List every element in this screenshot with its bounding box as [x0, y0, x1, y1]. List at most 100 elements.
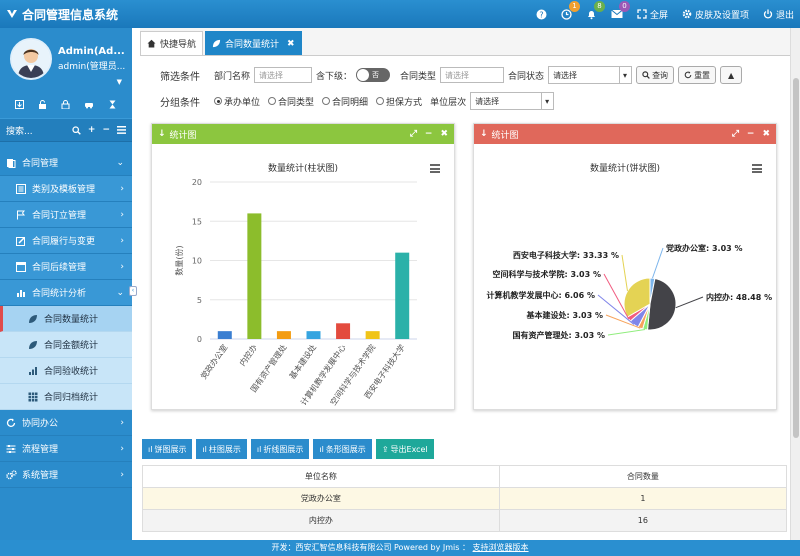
y-axis-label: 数量(份) — [174, 245, 184, 275]
menu-create[interactable]: 合同订立管理 › — [0, 202, 132, 228]
export-excel-button[interactable]: ⇪ 导出Excel — [375, 439, 434, 459]
bar[interactable] — [395, 252, 410, 339]
expand-icon[interactable]: ⤢ — [732, 129, 739, 139]
query-button[interactable]: 查询 — [636, 66, 675, 84]
skin-settings-button[interactable]: 皮肤及设置项 — [682, 8, 749, 21]
table-row[interactable]: 内控办 16 — [142, 509, 788, 532]
sidebar-collapse-handle[interactable]: ‹ — [129, 286, 137, 296]
bar-panel-header: ↓ 统计图 ⤢ − ✖ — [152, 124, 454, 144]
sidebar-search[interactable]: 搜索... + − — [0, 118, 132, 142]
menu-qty-stats[interactable]: 合同数量统计 — [0, 306, 132, 332]
unlock-icon[interactable] — [38, 99, 47, 109]
expand-icon[interactable]: ⤢ — [410, 129, 417, 139]
bar-chart-icon: ıl — [319, 444, 324, 454]
menu-perform-label: 合同履行与变更 — [32, 237, 96, 247]
minimize-icon[interactable]: − — [747, 129, 755, 139]
table-row[interactable]: 党政办公室 1 — [142, 487, 788, 510]
menu-system[interactable]: 系统管理 › — [0, 462, 132, 488]
mail-button[interactable]: 0 — [611, 1, 630, 19]
search-icon[interactable] — [72, 125, 81, 135]
strip-view-button[interactable]: ıl 条形图展示 — [313, 439, 372, 459]
menu-perform[interactable]: 合同履行与变更 › — [0, 228, 132, 254]
clock-button[interactable]: 1 — [561, 0, 580, 20]
download-icon[interactable] — [15, 99, 24, 109]
bar[interactable] — [276, 331, 291, 339]
bar[interactable] — [217, 331, 232, 339]
home-icon — [147, 39, 156, 48]
tab-qty-stats[interactable]: 合同数量统计 ✖ — [205, 31, 302, 55]
line-view-button[interactable]: ıl 折线图展示 — [250, 439, 310, 459]
group-radio-guarantee[interactable]: 担保方式 — [376, 95, 422, 108]
close-tab-icon[interactable]: ✖ — [287, 39, 295, 49]
fullscreen-button[interactable]: 全屏 — [637, 8, 668, 21]
menu-acceptance-stats[interactable]: 合同验收统计 — [0, 358, 132, 384]
chevron-down-icon: ▾ — [541, 93, 549, 109]
browser-support-link[interactable]: 支持浏览器版本 — [473, 543, 529, 552]
bar[interactable] — [247, 213, 262, 339]
logout-button[interactable]: 退出 — [763, 8, 794, 21]
bar-view-button[interactable]: ıl 柱图展示 — [196, 439, 247, 459]
car-icon[interactable] — [84, 100, 94, 109]
group-radio-detail[interactable]: 合同明细 — [322, 95, 368, 108]
menu-archive-label: 合同归档统计 — [44, 393, 99, 403]
reset-label: 重置 — [694, 70, 711, 80]
minimize-icon[interactable]: − — [425, 129, 433, 139]
user-profile[interactable]: Admin(Ad... admin(管理员... ▼ — [0, 28, 132, 90]
menu-amount-stats[interactable]: 合同金额统计 — [0, 332, 132, 358]
reset-button[interactable]: 重置 — [678, 66, 717, 84]
pie-view-button[interactable]: ıl 饼图展示 — [142, 439, 193, 459]
arrow-down-icon: ↓ — [158, 129, 166, 139]
scrollbar-thumb[interactable] — [793, 78, 799, 438]
hourglass-icon[interactable] — [108, 100, 117, 109]
col-count-header[interactable]: 合同数量 — [498, 465, 788, 488]
level-select[interactable]: 请选择 ▾ — [470, 92, 555, 110]
group-radio-unit-label: 承办单位 — [224, 97, 261, 108]
pie-data-label: 西安电子科技大学: 33.33 % — [513, 250, 619, 260]
content-scrollbar[interactable] — [790, 28, 800, 540]
group-radio-unit[interactable]: 承办单位 — [214, 95, 260, 108]
bar[interactable] — [336, 323, 351, 339]
y-tick-label: 15 — [192, 217, 202, 226]
menu-templates[interactable]: 类别及模板管理 › — [0, 176, 132, 202]
type-input[interactable]: 请选择 — [440, 67, 505, 83]
collapse-filter-button[interactable]: ▲ — [720, 66, 743, 84]
pie-chart: 党政办公室: 3.03 % 内控办: 48.48 % 国有资产管理处: 3.03 %… — [486, 243, 772, 340]
dept-input[interactable]: 请选择 — [254, 67, 313, 83]
fullscreen-label: 全屏 — [649, 10, 668, 21]
collapse-all-icon[interactable]: − — [102, 125, 110, 135]
menu-stats-label: 合同统计分析 — [32, 289, 87, 299]
menu-flow[interactable]: 流程管理 › — [0, 436, 132, 462]
menu-office-label: 协同办公 — [22, 419, 59, 429]
profile-caret-icon[interactable]: ▼ — [117, 78, 122, 86]
chevron-down-icon: ⌄ — [116, 157, 124, 168]
signal-icon — [29, 366, 37, 375]
leaf-icon — [212, 39, 221, 48]
stats-table: 单位名称 合同数量 党政办公室 1 内控办 16 — [142, 465, 788, 532]
help-button[interactable]: ? — [536, 9, 547, 20]
bar[interactable] — [365, 331, 380, 339]
pie-panel-header: ↓ 统计图 ⤢ − ✖ — [474, 124, 776, 144]
tab-home[interactable]: 快捷导航 — [140, 31, 204, 55]
close-icon[interactable]: ✖ — [762, 129, 770, 139]
menu-stats[interactable]: 合同统计分析 ⌄ — [0, 280, 132, 306]
menu-followup[interactable]: 合同后续管理 › — [0, 254, 132, 280]
menu-archive-stats[interactable]: 合同归档统计 — [0, 384, 132, 410]
chevron-right-icon: › — [120, 469, 124, 480]
menu-contract-management[interactable]: 合同管理 ⌄ — [0, 150, 132, 176]
close-icon[interactable]: ✖ — [440, 129, 448, 139]
bar-view-label: 柱图展示 — [208, 444, 241, 454]
list-icon[interactable] — [117, 126, 126, 134]
bar[interactable] — [306, 331, 321, 339]
table-cell-unit: 党政办公室 — [142, 487, 500, 510]
col-unit-header[interactable]: 单位名称 — [142, 465, 500, 488]
status-select[interactable]: 请选择 ▾ — [548, 66, 633, 84]
bell-button[interactable]: 8 — [586, 0, 605, 20]
bar-chart: 05101520数量(份)党政办公室 内控办国有资产管理处 基本建设处计算机教学发展… — [174, 178, 417, 407]
pie-connector — [651, 247, 664, 279]
group-radio-type[interactable]: 合同类型 — [268, 95, 314, 108]
chevron-right-icon: › — [120, 443, 124, 454]
expand-all-icon[interactable]: + — [88, 125, 96, 135]
include-sub-toggle[interactable]: 否 — [356, 68, 391, 82]
lock-icon[interactable] — [61, 99, 70, 109]
menu-office[interactable]: 协同办公 › — [0, 410, 132, 436]
